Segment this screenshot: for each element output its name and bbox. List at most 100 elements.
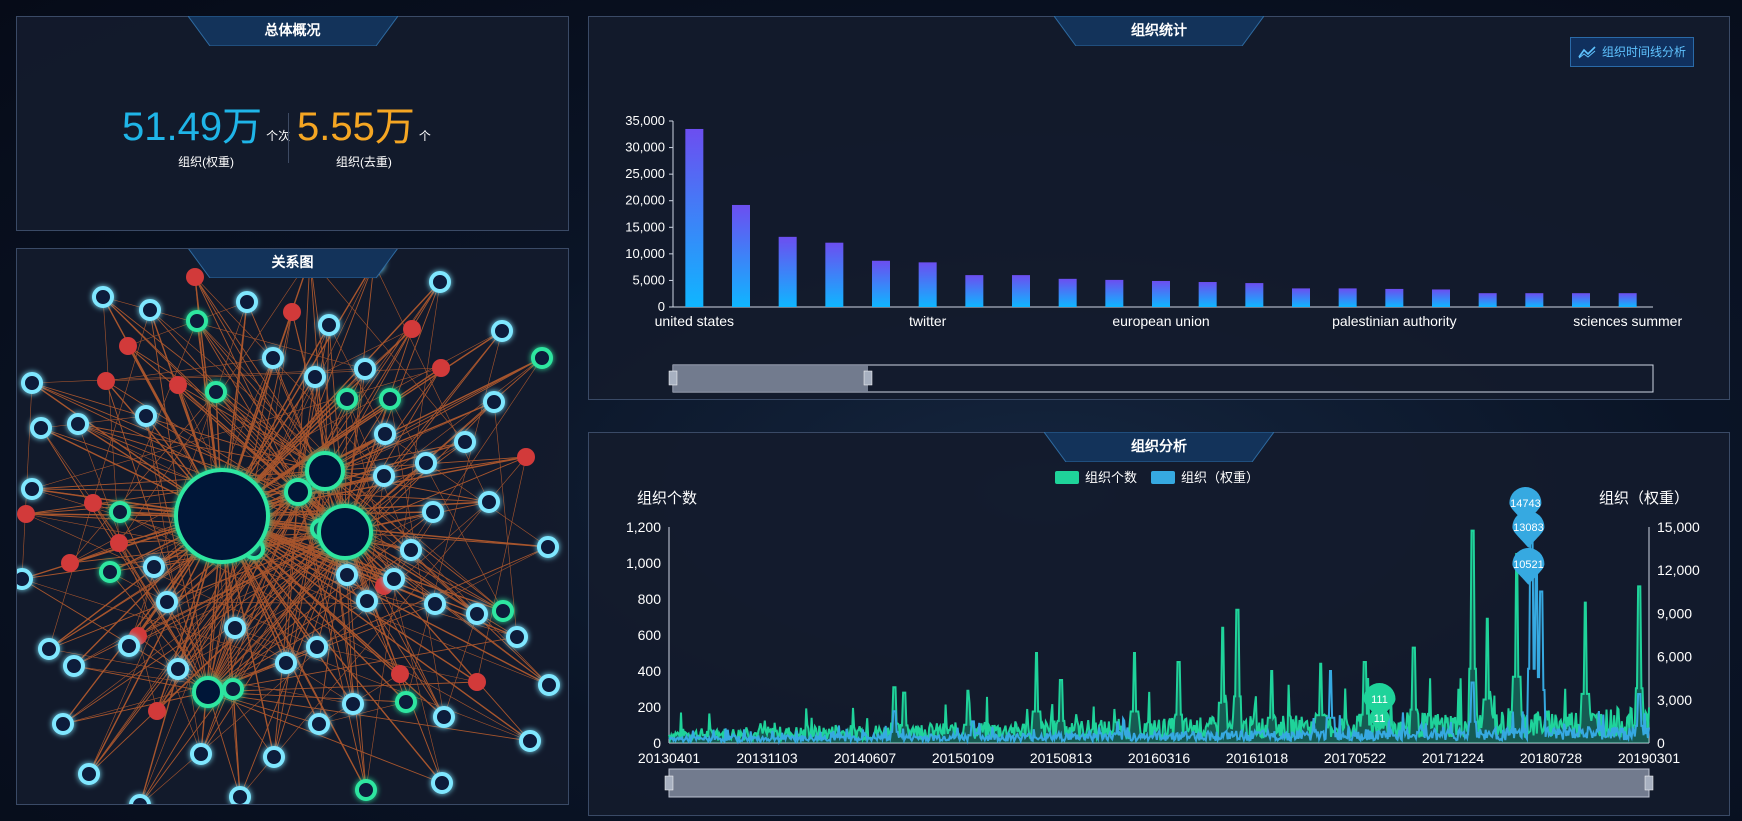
graph-hub-node[interactable] [192, 676, 224, 708]
graph-node[interactable] [21, 478, 43, 500]
graph-node[interactable] [30, 417, 52, 439]
graph-node[interactable] [262, 347, 284, 369]
bar[interactable] [1385, 288, 1404, 307]
graph-node[interactable] [17, 568, 33, 590]
bar[interactable] [965, 275, 984, 307]
datazoom-handle-left[interactable] [668, 370, 678, 386]
graph-node[interactable] [383, 568, 405, 590]
graph-node[interactable] [222, 678, 244, 700]
graph-node[interactable] [400, 539, 422, 561]
graph-node[interactable] [519, 730, 541, 752]
weight-line[interactable] [668, 529, 1650, 746]
bar[interactable] [1338, 288, 1357, 307]
graph-node[interactable] [422, 501, 444, 523]
graph-node[interactable] [139, 299, 161, 321]
graph-node[interactable] [308, 713, 330, 735]
graph-hub-node[interactable] [284, 478, 312, 506]
graph-node-red[interactable] [97, 372, 115, 390]
graph-node[interactable] [167, 658, 189, 680]
graph-node[interactable] [379, 388, 401, 410]
graph-node-red[interactable] [119, 337, 137, 355]
graph-node[interactable] [342, 693, 364, 715]
graph-node[interactable] [109, 501, 131, 523]
graph-node[interactable] [67, 413, 89, 435]
count-line[interactable] [668, 529, 1650, 744]
graph-node[interactable] [224, 617, 246, 639]
bar[interactable] [1432, 289, 1450, 307]
graph-node-red[interactable] [468, 673, 486, 691]
datazoom-window[interactable] [673, 365, 868, 392]
bar[interactable] [1618, 293, 1637, 307]
graph-node[interactable] [483, 391, 505, 413]
graph-node[interactable] [395, 691, 417, 713]
graph-node[interactable] [205, 381, 227, 403]
bar[interactable] [1292, 288, 1310, 307]
graph-node[interactable] [506, 626, 528, 648]
graph-node[interactable] [538, 674, 560, 696]
bar[interactable] [1152, 280, 1170, 307]
bar[interactable] [1572, 293, 1590, 307]
graph-node[interactable] [263, 746, 285, 768]
graph-node[interactable] [415, 452, 437, 474]
bar[interactable] [685, 128, 704, 307]
datazoom-handle-right[interactable] [1644, 775, 1654, 791]
graph-node[interactable] [275, 652, 297, 674]
bar[interactable] [872, 260, 890, 307]
graph-node-red[interactable] [283, 303, 301, 321]
graph-node[interactable] [537, 536, 559, 558]
bar[interactable] [1478, 293, 1497, 307]
bar[interactable] [1105, 279, 1124, 307]
datazoom-handle-right[interactable] [863, 370, 873, 386]
graph-node[interactable] [491, 320, 513, 342]
graph-node[interactable] [531, 347, 553, 369]
graph-node[interactable] [143, 556, 165, 578]
graph-node-red[interactable] [17, 505, 35, 523]
graph-hub-node[interactable] [317, 504, 373, 560]
graph-node-red[interactable] [517, 448, 535, 466]
graph-hub-node[interactable] [305, 451, 345, 491]
graph-node[interactable] [431, 772, 453, 794]
graph-node[interactable] [236, 291, 258, 313]
graph-node[interactable] [304, 366, 326, 388]
graph-node[interactable] [424, 593, 446, 615]
bar[interactable] [732, 204, 750, 307]
bar[interactable] [1012, 275, 1030, 307]
graph-node[interactable] [78, 763, 100, 785]
graph-node-red[interactable] [61, 554, 79, 572]
graph-node[interactable] [129, 794, 151, 805]
bar[interactable] [1198, 282, 1217, 307]
graph-node[interactable] [118, 635, 140, 657]
graph-node[interactable] [38, 638, 60, 660]
graph-node[interactable] [336, 388, 358, 410]
bar[interactable] [825, 242, 844, 307]
graph-node[interactable] [306, 636, 328, 658]
graph-node[interactable] [355, 779, 377, 801]
graph-node[interactable] [492, 600, 514, 622]
datazoom-handle-left[interactable] [664, 775, 674, 791]
graph-node[interactable] [229, 786, 251, 805]
graph-node[interactable] [52, 713, 74, 735]
graph-node[interactable] [186, 310, 208, 332]
graph-node[interactable] [354, 358, 376, 380]
graph-node[interactable] [454, 431, 476, 453]
graph-node[interactable] [356, 590, 378, 612]
relation-graph[interactable] [17, 249, 569, 805]
graph-node[interactable] [190, 743, 212, 765]
graph-node[interactable] [373, 465, 395, 487]
graph-node[interactable] [92, 286, 114, 308]
graph-node[interactable] [21, 372, 43, 394]
graph-node[interactable] [478, 491, 500, 513]
graph-node-red[interactable] [84, 494, 102, 512]
graph-node-red[interactable] [169, 376, 187, 394]
graph-node[interactable] [429, 271, 451, 293]
graph-node[interactable] [99, 561, 121, 583]
graph-node[interactable] [466, 603, 488, 625]
graph-node[interactable] [135, 405, 157, 427]
graph-node-red[interactable] [148, 702, 166, 720]
bar[interactable] [918, 262, 937, 307]
graph-node-red[interactable] [403, 320, 421, 338]
graph-node[interactable] [336, 564, 358, 586]
graph-hub-node[interactable] [174, 468, 270, 564]
graph-node[interactable] [374, 423, 396, 445]
graph-node[interactable] [318, 314, 340, 336]
